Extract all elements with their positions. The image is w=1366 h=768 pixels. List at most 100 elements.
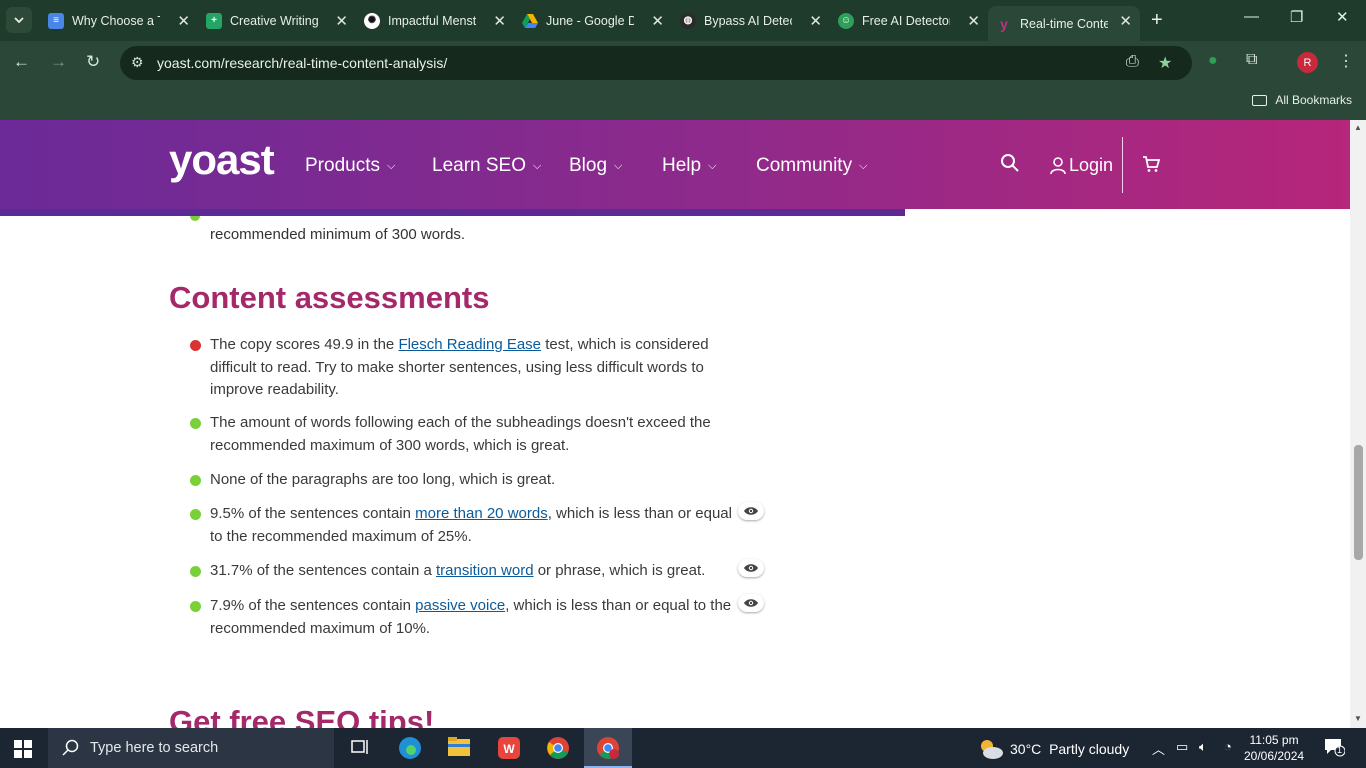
- weather-widget[interactable]: 30°C Partly cloudy: [978, 738, 1129, 760]
- status-dot-bad: [190, 340, 201, 351]
- nav-label: Blog: [569, 155, 608, 176]
- browser-tab[interactable]: ✺ Impactful Menst ✕: [356, 6, 514, 35]
- browser-tab[interactable]: + Creative Writing ✕: [198, 6, 356, 35]
- sentence-length-link[interactable]: more than 20 words: [415, 505, 548, 522]
- edge-browser-icon[interactable]: [398, 736, 422, 760]
- close-icon[interactable]: ✕: [967, 12, 980, 30]
- extensions-puzzle-icon[interactable]: ⧉: [1246, 51, 1257, 69]
- assessment-item: 9.5% of the sentences contain more than …: [190, 502, 770, 549]
- cart-icon[interactable]: [1142, 155, 1161, 178]
- minimize-icon[interactable]: —: [1244, 8, 1259, 25]
- search-icon: [62, 739, 79, 756]
- scroll-up-icon[interactable]: ▲: [1354, 123, 1362, 132]
- assessment-item: None of the paragraphs are too long, whi…: [190, 469, 770, 493]
- restore-icon[interactable]: ❐: [1290, 8, 1303, 26]
- close-icon[interactable]: ✕: [177, 12, 190, 30]
- chevron-down-icon: ⌵: [859, 159, 868, 172]
- battery-icon[interactable]: ▭: [1176, 739, 1188, 755]
- kebab-menu-icon[interactable]: ⋮: [1338, 51, 1354, 71]
- windows-taskbar: Type here to search W 30°C Partly cloudy…: [0, 728, 1366, 768]
- all-bookmarks-button[interactable]: All Bookmarks: [1252, 93, 1352, 107]
- browser-tab[interactable]: ≡ Why Choose a T ✕: [40, 6, 198, 35]
- nav-item-community[interactable]: Community ⌵: [756, 155, 867, 177]
- status-dot-good: [190, 509, 201, 520]
- tab-label: Bypass AI Detect: [704, 13, 792, 28]
- close-icon[interactable]: ✕: [335, 12, 348, 30]
- eye-icon[interactable]: [738, 559, 764, 577]
- chrome-profile-taskbar-button[interactable]: [584, 728, 632, 768]
- chevron-down-icon: ⌵: [386, 159, 396, 172]
- install-app-icon[interactable]: ⎙: [1126, 53, 1139, 71]
- flesch-reading-ease-link[interactable]: Flesch Reading Ease: [398, 336, 541, 353]
- nav-item-blog[interactable]: Blog ⌵: [569, 155, 622, 177]
- assessment-item: The amount of words following each of th…: [190, 412, 770, 458]
- bookmark-star-icon[interactable]: ★: [1158, 53, 1172, 73]
- search-icon[interactable]: [1000, 153, 1020, 178]
- nav-item-help[interactable]: Help ⌵: [662, 155, 716, 177]
- chevron-up-icon[interactable]: ︿: [1152, 739, 1165, 758]
- url-text[interactable]: yoast.com/research/real-time-content-ana…: [157, 55, 447, 71]
- assessment-text: None of the paragraphs are too long, whi…: [210, 471, 556, 488]
- task-view-icon[interactable]: [350, 736, 374, 760]
- clock-date: 20/06/2024: [1244, 749, 1305, 763]
- weather-temperature: 30°C: [1010, 741, 1042, 757]
- address-bar[interactable]: ⚙ yoast.com/research/real-time-content-a…: [120, 46, 1192, 80]
- browser-tab[interactable]: ☺ Free AI Detector ✕: [830, 6, 988, 35]
- profile-avatar[interactable]: R: [1297, 52, 1318, 73]
- chevron-down-icon: ⌵: [533, 159, 542, 172]
- eye-icon[interactable]: [738, 594, 764, 612]
- assessment-text: The amount of words following each of th…: [210, 414, 711, 454]
- section-title: Content assessments: [169, 280, 490, 315]
- clock-time: 11:05 pm: [1249, 733, 1299, 747]
- extension-robot-icon[interactable]: ●: [1208, 52, 1218, 70]
- back-arrow-icon[interactable]: ←: [13, 52, 30, 72]
- new-tab-plus-icon[interactable]: +: [1151, 9, 1163, 32]
- folder-icon: [1252, 94, 1268, 106]
- assessment-text: or phrase, which is great.: [533, 562, 706, 579]
- volume-icon[interactable]: 🔈︎: [1199, 739, 1207, 755]
- close-icon[interactable]: ✕: [651, 12, 664, 30]
- header-accent-strip: [0, 209, 905, 216]
- taskbar-search-box[interactable]: Type here to search: [48, 728, 334, 768]
- site-header: yoast Products ⌵ Learn SEO ⌵ Blog ⌵ Help ⌵ C…: [0, 120, 1350, 209]
- close-window-icon[interactable]: ✕: [1336, 8, 1349, 26]
- all-bookmarks-label: All Bookmarks: [1275, 93, 1352, 107]
- scrollbar-thumb[interactable]: [1354, 445, 1363, 560]
- close-icon[interactable]: ✕: [493, 12, 506, 30]
- browser-tab-active[interactable]: y Real-time Conte ✕: [988, 6, 1140, 41]
- scroll-down-icon[interactable]: ▼: [1354, 714, 1362, 723]
- browser-tab[interactable]: June - Google D ✕: [514, 6, 672, 35]
- eye-icon[interactable]: [738, 502, 764, 520]
- tab-label: Free AI Detector: [862, 13, 950, 28]
- tab-search-button[interactable]: [6, 7, 32, 33]
- system-clock[interactable]: 11:05 pm 20/06/2024: [1244, 732, 1304, 764]
- notification-center-icon[interactable]: 1: [1323, 737, 1346, 762]
- chrome-icon[interactable]: [546, 736, 570, 760]
- transition-word-link[interactable]: transition word: [436, 562, 534, 579]
- site-info-icon[interactable]: ⚙: [131, 54, 144, 71]
- login-label: Login: [1069, 155, 1114, 175]
- file-explorer-icon[interactable]: [447, 736, 471, 760]
- status-dot-good: [190, 418, 201, 429]
- assessment-item: The copy scores 49.9 in the Flesch Readi…: [190, 334, 770, 402]
- close-icon[interactable]: ✕: [809, 12, 822, 30]
- wps-office-icon[interactable]: W: [497, 736, 521, 760]
- assessment-text: The copy scores 49.9 in the: [210, 336, 399, 353]
- assessment-text: 9.5% of the sentences contain: [210, 505, 416, 522]
- close-icon[interactable]: ✕: [1119, 12, 1132, 30]
- windows-start-icon[interactable]: [14, 740, 32, 763]
- nav-item-learn-seo[interactable]: Learn SEO ⌵: [432, 155, 541, 177]
- chrome-profile-icon: [597, 737, 619, 759]
- page-scrollbar[interactable]: ▲ ▼: [1350, 120, 1366, 728]
- search-placeholder: Type here to search: [90, 740, 219, 756]
- forward-arrow-icon[interactable]: →: [50, 52, 67, 72]
- nav-item-products[interactable]: Products ⌵: [305, 155, 395, 177]
- browser-toolbar: ← → ↻ ⚙ yoast.com/research/real-time-con…: [0, 41, 1366, 85]
- wifi-icon[interactable]: ◔: [1224, 739, 1232, 754]
- login-link[interactable]: Login: [1050, 155, 1113, 176]
- reload-icon[interactable]: ↻: [86, 52, 100, 72]
- yoast-logo[interactable]: yoast: [169, 136, 275, 184]
- passive-voice-link[interactable]: passive voice: [415, 597, 505, 614]
- svg-text:W: W: [503, 742, 515, 756]
- browser-tab[interactable]: ◍ Bypass AI Detect ✕: [672, 6, 830, 35]
